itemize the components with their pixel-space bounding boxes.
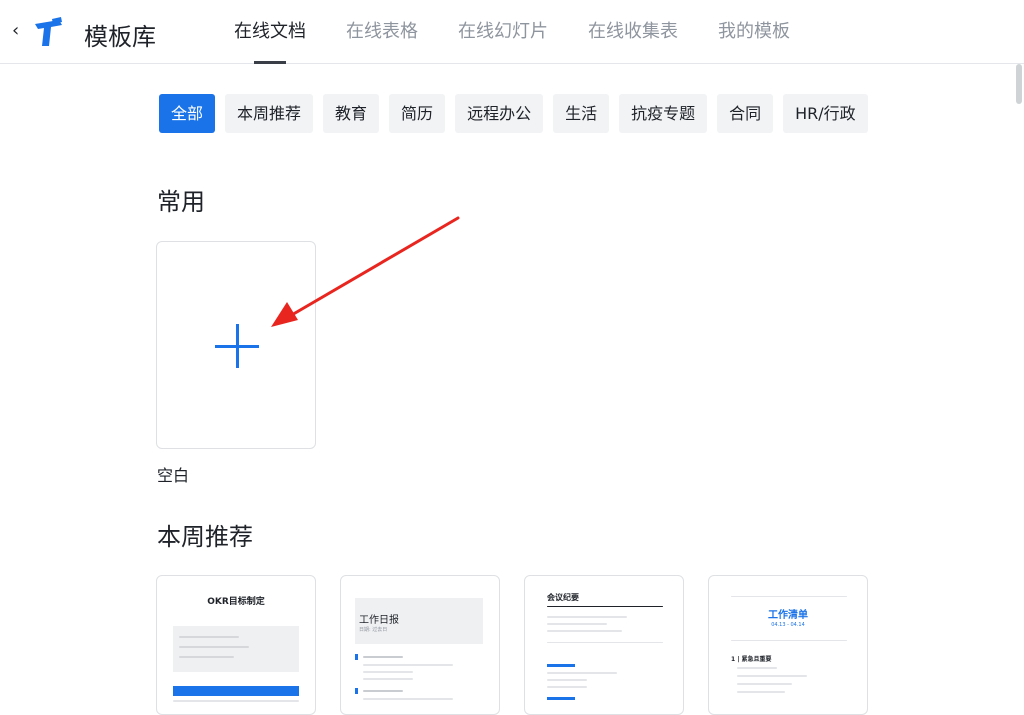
template-card-meeting-notes[interactable]: 会议纪要 — [524, 575, 684, 715]
app-title: 模板库 — [84, 23, 156, 51]
filter-epidemic[interactable]: 抗疫专题 — [619, 94, 708, 133]
template-preview-line — [547, 616, 627, 618]
blank-template-card[interactable] — [156, 241, 316, 449]
template-preview-marker — [355, 688, 358, 694]
template-preview-line — [737, 683, 792, 685]
template-preview-line — [737, 667, 777, 669]
template-preview-line — [363, 671, 413, 673]
template-preview-line — [363, 690, 403, 692]
doc-type-tabs: 在线文档 在线表格 在线幻灯片 在线收集表 我的模板 — [234, 0, 830, 64]
template-preview-line — [737, 675, 807, 677]
filter-contract[interactable]: 合同 — [717, 94, 774, 133]
filter-resume[interactable]: 简历 — [389, 94, 446, 133]
tab-online-docs[interactable]: 在线文档 — [234, 0, 306, 64]
scrollbar-thumb[interactable] — [1016, 64, 1022, 104]
template-preview-line — [179, 646, 249, 648]
top-header: ‹ 模板库 在线文档 在线表格 在线幻灯片 在线收集表 我的模板 — [0, 0, 1024, 64]
template-preview-line — [179, 656, 234, 658]
category-filters: 全部 本周推荐 教育 简历 远程办公 生活 抗疫专题 合同 HR/行政 — [159, 94, 878, 133]
template-title: 工作清单 — [768, 610, 808, 621]
template-preview-line — [547, 679, 587, 681]
filter-remote-work[interactable]: 远程办公 — [455, 94, 544, 133]
template-card-work-checklist[interactable]: 工作清单 04.13 - 04.14 1 | 紧急且重要 — [708, 575, 868, 715]
template-preview-divider — [731, 640, 847, 641]
filter-all[interactable]: 全部 — [159, 94, 216, 133]
filter-hr-admin[interactable]: HR/行政 — [783, 94, 868, 133]
template-preview-line — [179, 636, 239, 638]
plus-icon — [215, 324, 259, 368]
section-title-weekly: 本周推荐 — [157, 523, 253, 551]
template-preview-divider — [547, 606, 663, 607]
tab-online-slides[interactable]: 在线幻灯片 — [458, 0, 548, 64]
filter-education[interactable]: 教育 — [323, 94, 380, 133]
template-preview-marker — [355, 654, 358, 660]
template-title: OKR目标制定 — [207, 597, 265, 607]
template-preview-marker — [547, 664, 575, 667]
template-card-daily-report[interactable]: 工作日报 日期: 过去日 — [340, 575, 500, 715]
tab-online-forms[interactable]: 在线收集表 — [588, 0, 678, 64]
back-icon[interactable]: ‹ — [12, 20, 19, 41]
template-preview-block — [173, 626, 299, 672]
app-logo-icon — [35, 17, 62, 46]
template-card-okr[interactable]: OKR目标制定 — [156, 575, 316, 715]
filter-weekly[interactable]: 本周推荐 — [225, 94, 314, 133]
template-title: 工作日报 — [359, 615, 399, 626]
template-preview-line — [363, 678, 413, 680]
template-preview-line — [363, 664, 453, 666]
template-preview-marker — [547, 697, 575, 700]
template-preview-line — [363, 698, 453, 700]
template-preview-line — [363, 656, 403, 658]
tab-online-sheets[interactable]: 在线表格 — [346, 0, 418, 64]
template-section-label: 1 | 紧急且重要 — [731, 656, 772, 663]
section-title-common: 常用 — [157, 188, 205, 216]
template-subtitle: 04.13 - 04.14 — [771, 622, 805, 628]
template-preview-bar — [173, 686, 299, 696]
template-subtitle: 日期: 过去日 — [359, 627, 388, 633]
template-preview-line — [547, 630, 622, 632]
template-title: 会议纪要 — [547, 593, 579, 602]
template-preview-line — [547, 623, 607, 625]
template-preview-line — [547, 686, 587, 688]
template-preview-line — [547, 672, 617, 674]
tab-my-templates[interactable]: 我的模板 — [718, 0, 790, 64]
template-preview-divider — [547, 642, 663, 643]
filter-life[interactable]: 生活 — [553, 94, 610, 133]
blank-template-label: 空白 — [157, 466, 190, 485]
template-preview-line — [737, 691, 785, 693]
template-preview-divider — [731, 596, 847, 597]
